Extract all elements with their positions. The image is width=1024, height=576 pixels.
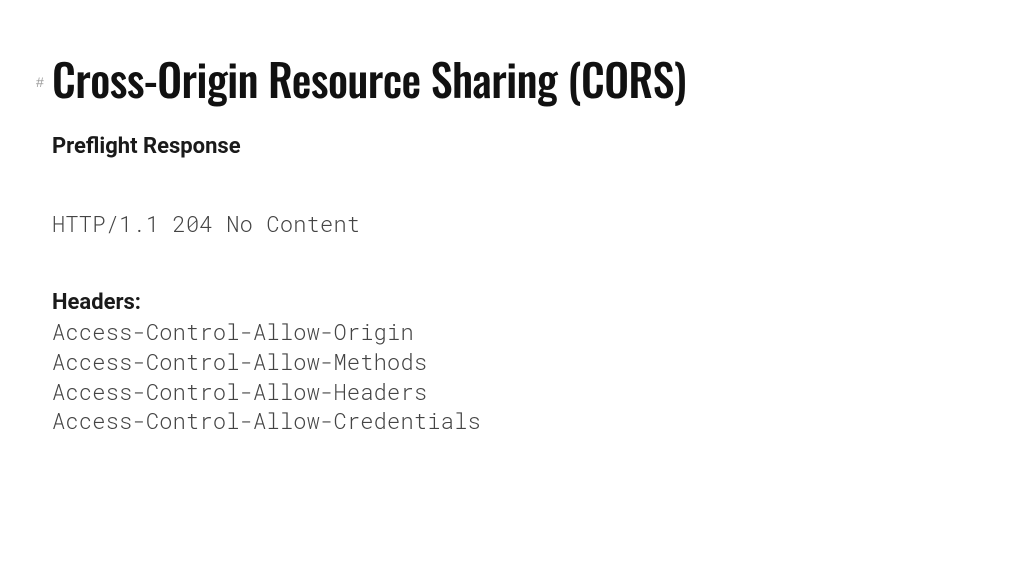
http-status-line: HTTP/1.1 204 No Content	[52, 209, 972, 238]
header-item: Access-Control-Allow-Methods	[52, 347, 972, 377]
header-item: Access-Control-Allow-Credentials	[52, 406, 972, 436]
heading-marker: #	[36, 74, 44, 90]
section-subtitle: Preflight Response	[52, 134, 972, 159]
page-title: Cross-Origin Resource Sharing (CORS)	[52, 56, 972, 102]
headers-list: Access-Control-Allow-Origin Access-Contr…	[52, 317, 972, 436]
header-item: Access-Control-Allow-Origin	[52, 317, 972, 347]
headers-label: Headers:	[52, 290, 972, 315]
slide: # Cross-Origin Resource Sharing (CORS) P…	[0, 0, 1024, 576]
header-item: Access-Control-Allow-Headers	[52, 377, 972, 407]
